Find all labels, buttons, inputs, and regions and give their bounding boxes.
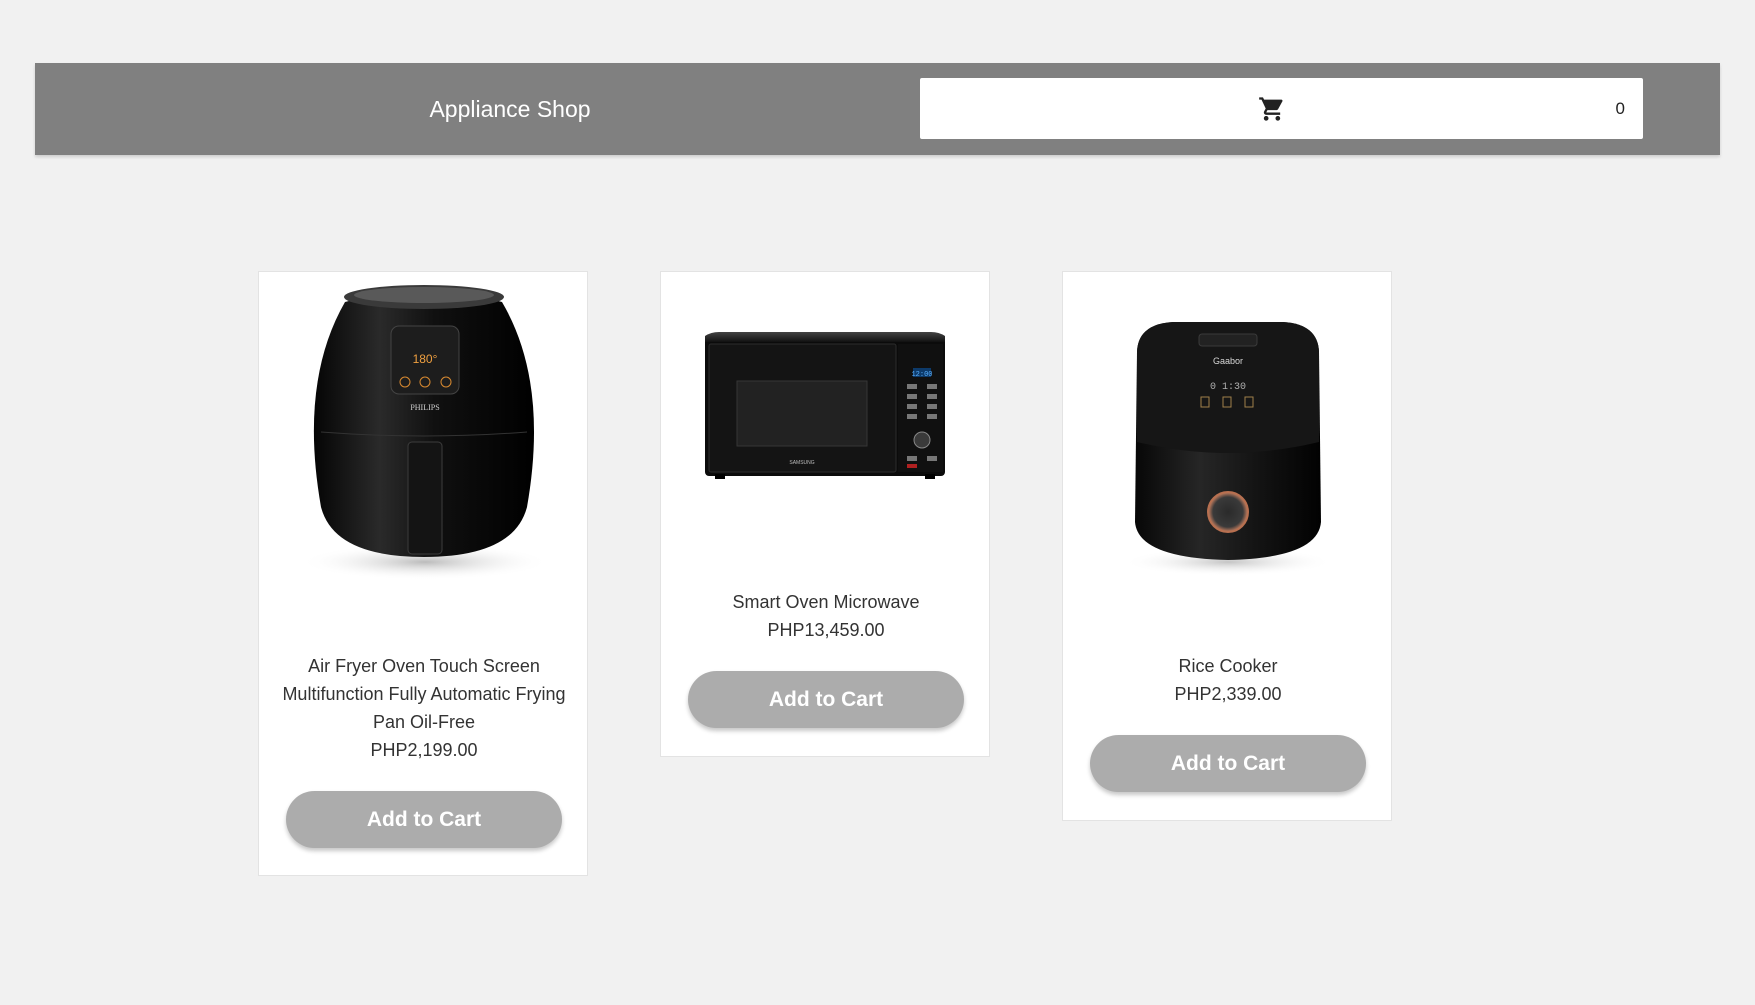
add-to-cart-button[interactable]: Add to Cart (688, 671, 964, 728)
product-card: 180° PHILIPS Air Fryer Oven Touch Screen… (258, 271, 588, 876)
product-name: Rice Cooker (1178, 656, 1278, 676)
brand-title: Appliance Shop (429, 96, 591, 122)
shopping-cart-icon (1259, 97, 1283, 121)
product-info: Smart Oven Microwave PHP13,459.00 (681, 588, 971, 644)
top-header: Appliance Shop 0 (35, 63, 1720, 155)
add-to-cart-button[interactable]: Add to Cart (286, 791, 562, 848)
product-name: Smart Oven Microwave (732, 592, 920, 612)
product-card: Gaabor 0 1:30 Rice Cooker PHP2,339.00 Ad… (1062, 271, 1392, 821)
microwave-display: 12:00 (911, 371, 932, 379)
product-price: PHP2,199.00 (370, 740, 478, 760)
product-info: Air Fryer Oven Touch Screen Multifunctio… (279, 652, 569, 764)
air-fryer-display: 180° (413, 352, 438, 366)
add-to-cart-button[interactable]: Add to Cart (1090, 735, 1366, 792)
rice-cooker-display: 0 1:30 (1210, 382, 1246, 393)
product-info: Rice Cooker PHP2,339.00 (1083, 652, 1373, 708)
product-price: PHP2,339.00 (1174, 684, 1282, 704)
product-card: 12:00 SAMSUNG Smart Oven Microwave PHP13… (660, 271, 990, 757)
microwave-image: 12:00 SAMSUNG (705, 332, 945, 479)
rice-cooker-image: Gaabor 0 1:30 (1123, 322, 1333, 576)
rice-cooker-logo: Gaabor (1213, 356, 1243, 366)
air-fryer-image: 180° PHILIPS (300, 285, 550, 580)
cart-button[interactable]: 0 (920, 78, 1643, 139)
air-fryer-logo: PHILIPS (410, 403, 439, 412)
product-name: Air Fryer Oven Touch Screen Multifunctio… (282, 656, 566, 732)
microwave-logo: SAMSUNG (789, 460, 814, 466)
cart-count: 0 (1615, 99, 1625, 118)
product-price: PHP13,459.00 (767, 620, 885, 640)
